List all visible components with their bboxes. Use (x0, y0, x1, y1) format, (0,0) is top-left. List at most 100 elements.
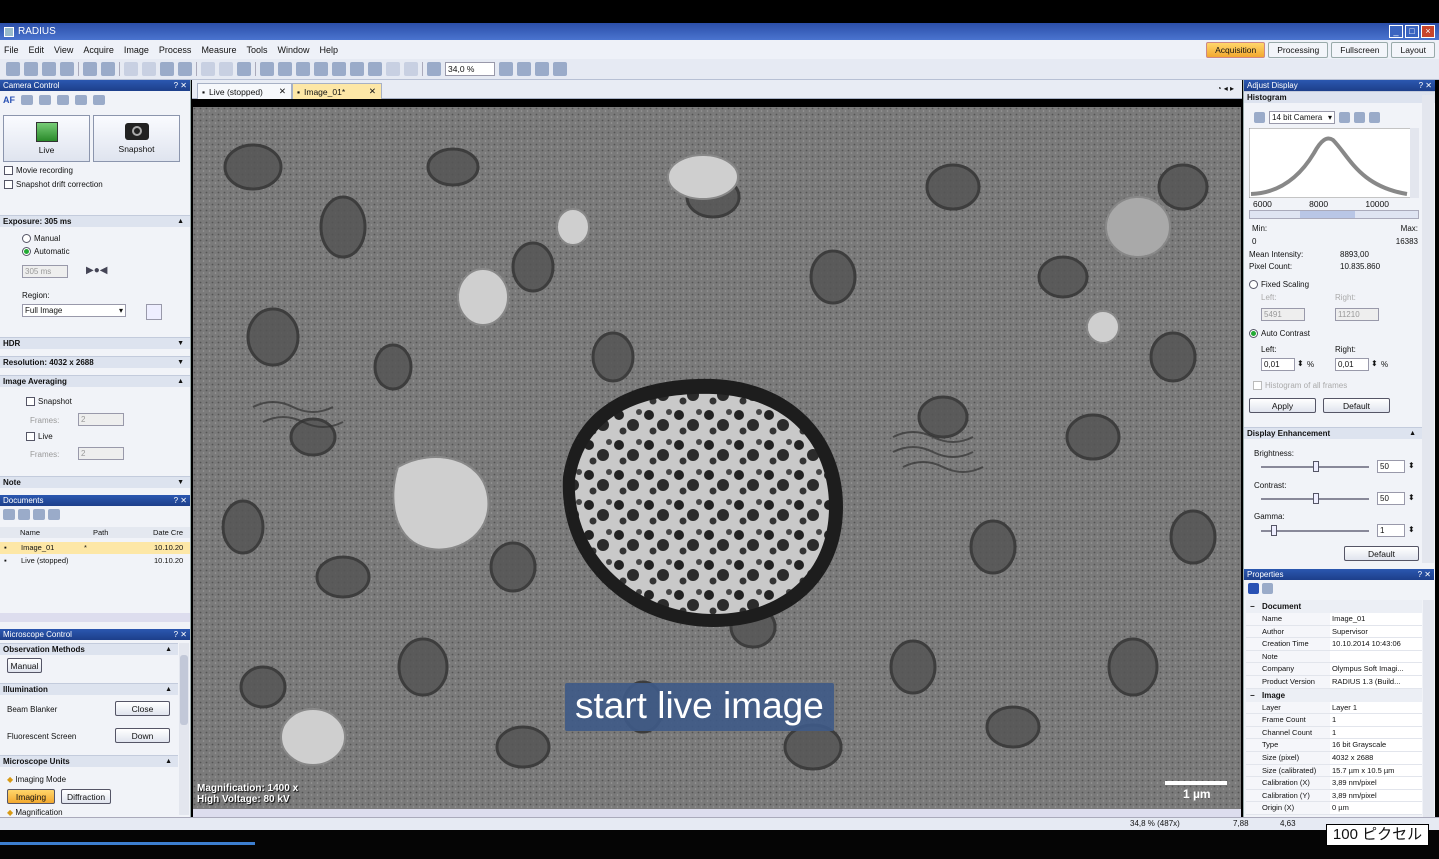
expand-icon[interactable]: ▼ (177, 338, 184, 350)
save-all-icon[interactable] (60, 62, 74, 76)
new-icon[interactable] (6, 62, 20, 76)
property-row[interactable]: Product Version RADIUS 1.3 (Build... (1246, 675, 1422, 689)
brightness-input[interactable]: 50 (1377, 460, 1405, 473)
rect-select-icon[interactable] (332, 62, 346, 76)
diffraction-button[interactable]: Diffraction (61, 789, 111, 804)
property-row[interactable]: Channel Count 1 (1246, 726, 1422, 740)
tab-fullscreen[interactable]: Fullscreen (1331, 42, 1389, 58)
fixed-left-input[interactable]: 5491 (1261, 308, 1305, 321)
panel-pin-icon[interactable]: ? ✕ (1418, 569, 1431, 580)
manual-exposure-option[interactable]: Manual (22, 234, 60, 244)
gamma-spinner[interactable]: ⬍ (1408, 525, 1415, 534)
collapse-icon[interactable]: ▲ (165, 756, 172, 768)
menu-acquire[interactable]: Acquire (83, 45, 114, 55)
documents-hscroll[interactable] (0, 613, 190, 622)
exposure-input[interactable]: 305 ms (22, 265, 68, 278)
live-button[interactable]: Live (3, 115, 90, 162)
redo-icon[interactable] (219, 62, 233, 76)
microscope-vscroll[interactable] (179, 643, 189, 815)
property-row[interactable]: Calibration (Y) 3,89 nm/pixel (1246, 789, 1422, 803)
menu-process[interactable]: Process (159, 45, 192, 55)
property-row[interactable]: Size (pixel) 4032 x 2688 (1246, 751, 1422, 765)
auto-contrast-option[interactable]: Auto Contrast (1249, 329, 1310, 339)
contrast-slider[interactable] (1261, 493, 1369, 504)
apply-button[interactable]: Apply (1249, 398, 1316, 413)
histogram-section-header[interactable]: Histogram▲ (1244, 91, 1435, 103)
camera-bitdepth-select[interactable]: 14 bit Camera ▾ (1269, 111, 1335, 124)
select-icon[interactable] (314, 62, 328, 76)
filter-icon[interactable] (48, 509, 60, 520)
property-row[interactable]: Note (1246, 650, 1422, 664)
ac-right-spinner[interactable]: ⬍ (1371, 359, 1378, 368)
enhancement-default-button[interactable]: Default (1344, 546, 1419, 561)
camera-save-icon[interactable] (93, 95, 105, 105)
menu-help[interactable]: Help (319, 45, 338, 55)
brightness-spinner[interactable]: ⬍ (1408, 461, 1415, 470)
property-row[interactable]: Name Image_01 (1246, 613, 1422, 626)
help-pointer-icon[interactable] (237, 62, 251, 76)
observation-section-header[interactable]: Observation Methods ▲ (0, 643, 178, 655)
enhancement-section-header[interactable]: Display Enhancement ▲ (1244, 427, 1422, 439)
paste-special-icon[interactable] (178, 62, 192, 76)
move-icon[interactable] (350, 62, 364, 76)
gamma-slider[interactable] (1261, 525, 1369, 536)
close-icon[interactable]: ✕ (279, 86, 286, 97)
hdr-section-header[interactable]: HDR ▼ (0, 337, 190, 349)
snapshot-drift-checkbox[interactable] (4, 180, 13, 190)
print-icon[interactable] (83, 62, 97, 76)
camera-folder-icon[interactable] (75, 95, 87, 105)
tab-image-01[interactable]: ▪ Image_01* ✕ (292, 83, 382, 99)
ac-left-spinner[interactable]: ⬍ (1297, 359, 1304, 368)
movie-recording-option[interactable]: Movie recording (4, 166, 73, 176)
avg-live-checkbox[interactable] (26, 432, 35, 442)
collapse-icon[interactable]: ▲ (165, 684, 172, 696)
camera-settings-icon[interactable] (21, 95, 33, 105)
histogram-mode-icon[interactable] (1369, 112, 1380, 123)
ac-left-input[interactable]: 0,01 (1261, 358, 1295, 371)
contrast-spinner[interactable]: ⬍ (1408, 493, 1415, 502)
expand-icon[interactable]: ▼ (177, 357, 184, 369)
minimize-button[interactable]: _ (1389, 25, 1403, 38)
menu-window[interactable]: Window (277, 45, 309, 55)
fixed-scaling-option[interactable]: Fixed Scaling (1249, 280, 1309, 290)
automatic-exposure-option[interactable]: Automatic (22, 247, 70, 257)
menu-file[interactable]: File (4, 45, 19, 55)
property-row[interactable]: Calibration (X) 3,89 nm/pixel (1246, 777, 1422, 790)
accept-icon[interactable] (386, 62, 400, 76)
list-view-icon[interactable] (18, 509, 30, 520)
property-row[interactable]: Creation Time 10.10.2014 10:43:06 (1246, 638, 1422, 651)
cut-icon[interactable] (124, 62, 138, 76)
snapshot-drift-option[interactable]: Snapshot drift correction (4, 180, 103, 190)
manual-mode-button[interactable]: Manual (7, 658, 42, 673)
maximize-button[interactable]: □ (1405, 25, 1419, 38)
tab-nav-icons[interactable]: ◔ ◂ ▸ (1217, 84, 1234, 93)
beam-blanker-close-button[interactable]: Close (115, 701, 170, 716)
af-button[interactable]: AF (3, 95, 15, 105)
reject-icon[interactable] (404, 62, 418, 76)
close-icon[interactable]: ✕ (369, 86, 376, 97)
save-icon[interactable] (42, 62, 56, 76)
auto-contrast-radio[interactable] (1249, 329, 1258, 339)
undo-icon[interactable] (201, 62, 215, 76)
ac-right-input[interactable]: 0,01 (1335, 358, 1369, 371)
open-icon[interactable] (24, 62, 38, 76)
live-frames-input[interactable]: 2 (78, 447, 124, 460)
save-icon[interactable] (1248, 583, 1259, 594)
zoom-out-icon[interactable] (427, 62, 441, 76)
column-name[interactable]: Name (0, 527, 75, 538)
manual-radio[interactable] (22, 234, 31, 244)
hist-all-frames-option[interactable]: Histogram of all frames (1253, 381, 1347, 391)
panel-pin-icon[interactable]: ? ✕ (174, 495, 187, 506)
thumbnail-view-icon[interactable] (3, 509, 15, 520)
camera-process-icon[interactable] (57, 95, 69, 105)
table-row[interactable]: ▪ Image_01 * 10.10.20 (0, 542, 190, 554)
property-row[interactable]: Company Olympus Soft Imagi... (1246, 663, 1422, 676)
crop-icon[interactable] (368, 62, 382, 76)
histogram-hscroll[interactable] (1249, 210, 1419, 219)
averaging-section-header[interactable]: Image Averaging ▲ (0, 375, 190, 387)
property-group-header[interactable]: Document (1246, 600, 1422, 613)
histogram-vscroll[interactable] (1410, 128, 1419, 198)
display-options-icon[interactable] (553, 62, 567, 76)
histogram-plot[interactable] (1249, 128, 1411, 198)
panel-pin-icon[interactable]: ? ✕ (1419, 80, 1432, 91)
